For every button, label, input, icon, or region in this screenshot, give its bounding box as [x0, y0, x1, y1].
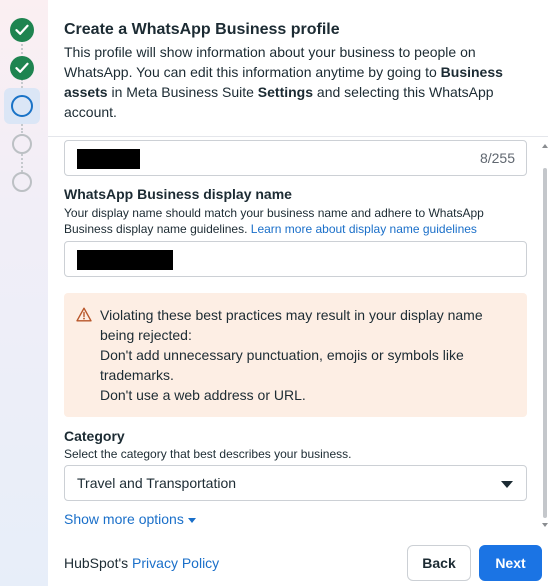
- page-title: Create a WhatsApp Business profile: [64, 21, 340, 38]
- business-name-input[interactable]: 8/255: [64, 140, 527, 176]
- warning-icon: [76, 307, 92, 322]
- step-connector: [21, 154, 23, 172]
- step-3-current: [4, 88, 40, 124]
- step-1-complete: [10, 18, 34, 42]
- scroll-up-arrow-icon[interactable]: [542, 144, 548, 148]
- category-helper: Select the category that best describes …: [64, 447, 352, 461]
- back-button[interactable]: Back: [407, 545, 471, 581]
- step-2-complete: [10, 56, 34, 80]
- category-label: Category: [64, 428, 125, 444]
- display-name-input[interactable]: [64, 241, 527, 277]
- scroll-down-arrow-icon[interactable]: [542, 523, 548, 527]
- page-description: This profile will show information about…: [64, 44, 503, 120]
- category-selected-value: Travel and Transportation: [77, 475, 237, 491]
- scrollbar[interactable]: [541, 138, 548, 538]
- scroll-thumb[interactable]: [543, 168, 547, 518]
- redacted-value: [77, 250, 173, 270]
- dialog-header: Create a WhatsApp Business profile This …: [64, 20, 534, 122]
- next-button[interactable]: Next: [479, 545, 542, 581]
- checkmark-icon: [15, 62, 29, 73]
- privacy-footer: HubSpot's Privacy Policy: [64, 555, 220, 571]
- display-name-helper: Your display name should match your busi…: [64, 206, 484, 236]
- warning-text: Violating these best practices may resul…: [100, 307, 483, 403]
- redacted-value: [77, 149, 140, 169]
- character-counter: 8/255: [479, 150, 515, 166]
- show-more-options-link[interactable]: Show more options: [64, 511, 196, 527]
- display-name-guidelines-link[interactable]: Learn more about display name guidelines: [251, 222, 477, 236]
- chevron-down-icon: [187, 517, 196, 523]
- header-divider: [48, 136, 548, 137]
- privacy-policy-link[interactable]: Privacy Policy: [132, 555, 219, 571]
- checkmark-icon: [15, 24, 29, 35]
- step-4-pending: [12, 134, 32, 154]
- category-select[interactable]: Travel and Transportation: [64, 465, 527, 501]
- dropdown-caret-icon: [501, 481, 513, 488]
- warning-box: Violating these best practices may resul…: [64, 293, 527, 417]
- step-5-pending: [12, 172, 32, 192]
- display-name-label: WhatsApp Business display name: [64, 186, 292, 202]
- current-step-ring-icon: [11, 95, 33, 117]
- progress-stepper: [0, 0, 48, 586]
